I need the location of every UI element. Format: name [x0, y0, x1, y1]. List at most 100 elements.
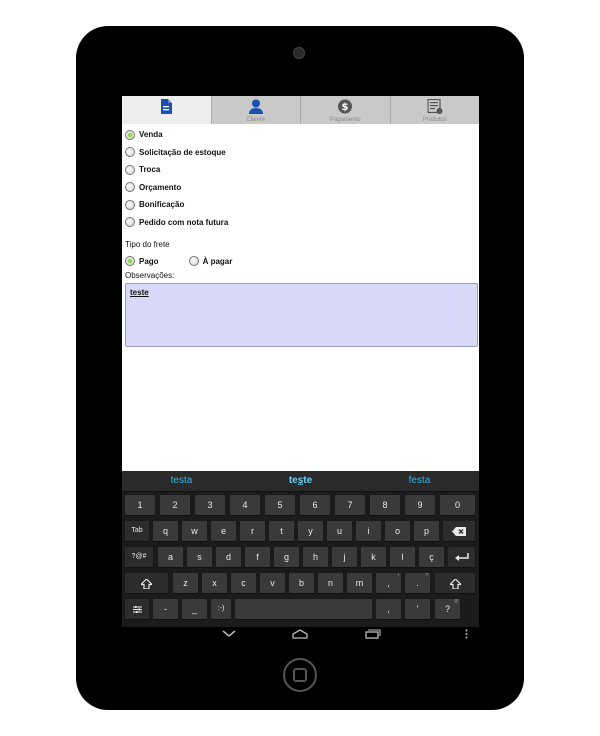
- radio-option[interactable]: Solicitação de estoque: [125, 144, 476, 162]
- key[interactable]: 3: [195, 495, 225, 515]
- radio-button[interactable]: [188, 256, 199, 266]
- observacoes-label: Observações:: [125, 271, 175, 280]
- radio-option[interactable]: Pedido com nota futura: [125, 214, 476, 232]
- frete-group: Pago À pagar: [125, 252, 476, 270]
- product-list-icon: [427, 98, 443, 119]
- radio-button[interactable]: [125, 217, 135, 228]
- key[interactable]: v: [260, 573, 285, 593]
- key[interactable]: t: [269, 521, 294, 541]
- key-comma-bottom[interactable]: ,: [376, 599, 401, 619]
- key[interactable]: y: [298, 521, 323, 541]
- tab-cliente[interactable]: Cliente: [211, 96, 301, 124]
- key[interactable]: 6: [300, 495, 330, 515]
- key[interactable]: a: [158, 547, 183, 567]
- key[interactable]: 1: [125, 495, 155, 515]
- key[interactable]: x: [202, 573, 227, 593]
- key[interactable]: p: [414, 521, 439, 541]
- document-icon: [160, 99, 173, 119]
- key-label: ,: [387, 578, 390, 588]
- key[interactable]: 0: [440, 495, 475, 515]
- backspace-key[interactable]: [443, 521, 475, 541]
- key[interactable]: 7: [335, 495, 365, 515]
- navigation-bar: [122, 627, 479, 645]
- key-apostrophe[interactable]: ': [405, 599, 430, 619]
- keyboard-row-home: ?@# a s d f g h j k l ç: [122, 547, 479, 573]
- settings-key[interactable]: [125, 599, 149, 619]
- key[interactable]: d: [216, 547, 241, 567]
- key[interactable]: 9: [405, 495, 435, 515]
- radio-option[interactable]: Bonificação: [125, 196, 476, 214]
- key[interactable]: f: [245, 547, 270, 567]
- key[interactable]: w: [182, 521, 207, 541]
- tab-label: Pagamento: [329, 117, 361, 123]
- shift-key-left[interactable]: [125, 573, 168, 593]
- menu-icon[interactable]: [465, 629, 468, 642]
- symbols-key[interactable]: ?@#: [125, 547, 153, 567]
- form-content: Venda Solicitação de estoque Troca Orçam…: [122, 124, 479, 471]
- key[interactable]: k: [361, 547, 386, 567]
- emoticon-key[interactable]: :-): [211, 599, 231, 619]
- key[interactable]: r: [240, 521, 265, 541]
- key[interactable]: n: [318, 573, 343, 593]
- key[interactable]: o: [385, 521, 410, 541]
- back-icon[interactable]: [222, 629, 236, 641]
- key[interactable]: _: [182, 599, 207, 619]
- radio-label: Solicitação de estoque: [139, 147, 226, 157]
- observacoes-value: teste: [130, 288, 149, 297]
- key-label: ,: [387, 604, 390, 614]
- radio-option[interactable]: Venda: [125, 126, 476, 144]
- radio-option[interactable]: Orçamento: [125, 179, 476, 197]
- key-hint: ®: [454, 599, 458, 605]
- radio-button[interactable]: [125, 199, 135, 210]
- radio-button[interactable]: [125, 182, 135, 193]
- key[interactable]: b: [289, 573, 314, 593]
- status-bar: [122, 83, 479, 96]
- key[interactable]: e: [211, 521, 236, 541]
- key[interactable]: j: [332, 547, 357, 567]
- suggestion-item[interactable]: testa: [122, 471, 241, 491]
- key[interactable]: q: [153, 521, 178, 541]
- radio-button[interactable]: [125, 129, 135, 140]
- keyboard-settings-icon: [132, 604, 142, 614]
- recent-apps-icon[interactable]: [365, 629, 381, 642]
- tab-key[interactable]: Tab: [125, 521, 149, 541]
- home-icon[interactable]: [292, 629, 308, 642]
- key-question[interactable]: ? ®: [435, 599, 460, 619]
- key[interactable]: z: [173, 573, 198, 593]
- key[interactable]: l: [390, 547, 415, 567]
- key[interactable]: 8: [370, 495, 400, 515]
- soft-keyboard: testa teste festa 1 2 3 4 5 6 7 8 9 0 Ta…: [122, 471, 479, 645]
- shift-key-right[interactable]: [435, 573, 475, 593]
- tab-produtos[interactable]: Produtos: [390, 96, 479, 124]
- observacoes-field[interactable]: teste: [125, 283, 478, 347]
- key[interactable]: g: [274, 547, 299, 567]
- radio-option-pago[interactable]: Pago: [125, 252, 159, 270]
- key[interactable]: i: [356, 521, 381, 541]
- key[interactable]: h: [303, 547, 328, 567]
- key[interactable]: ç: [419, 547, 444, 567]
- enter-key[interactable]: [448, 547, 475, 567]
- key[interactable]: s: [187, 547, 212, 567]
- key[interactable]: 4: [230, 495, 260, 515]
- suggestion-item-primary[interactable]: teste: [241, 471, 360, 491]
- radio-option-a-pagar[interactable]: À pagar: [188, 252, 232, 270]
- space-key[interactable]: [235, 599, 372, 619]
- key-comma[interactable]: ,!: [376, 573, 401, 593]
- tab-pedido[interactable]: [122, 96, 212, 124]
- key[interactable]: 2: [160, 495, 190, 515]
- radio-button[interactable]: [125, 256, 135, 266]
- radio-button[interactable]: [125, 164, 135, 175]
- key[interactable]: 5: [265, 495, 295, 515]
- key[interactable]: -: [153, 599, 178, 619]
- suggestion-item[interactable]: festa: [360, 471, 479, 491]
- radio-option[interactable]: Troca: [125, 161, 476, 179]
- camera: [293, 47, 305, 59]
- home-button[interactable]: [283, 658, 317, 692]
- tab-pagamento[interactable]: $ Pagamento: [301, 96, 391, 124]
- radio-label: Bonificação: [139, 200, 185, 210]
- radio-button[interactable]: [125, 147, 135, 158]
- key[interactable]: m: [347, 573, 372, 593]
- key-period[interactable]: .?: [405, 573, 430, 593]
- key[interactable]: u: [327, 521, 352, 541]
- key[interactable]: c: [231, 573, 256, 593]
